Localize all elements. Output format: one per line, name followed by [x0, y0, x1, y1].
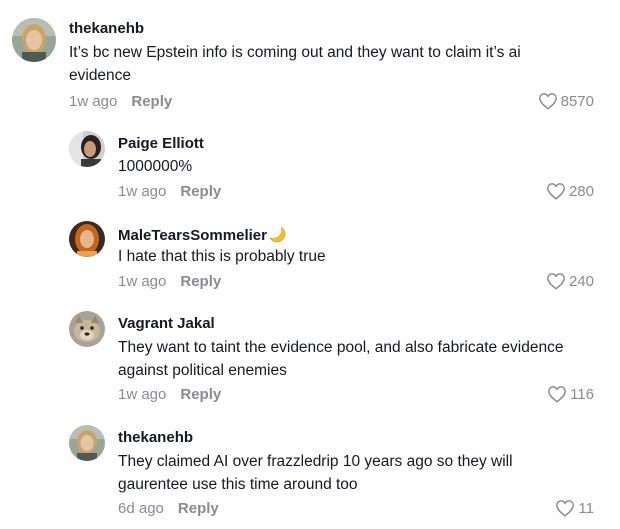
woman-dark-hair-avatar-icon	[69, 131, 105, 167]
heart-icon	[556, 500, 575, 517]
comment-text: 1000000%	[118, 158, 193, 175]
reply-button[interactable]: Reply	[178, 500, 219, 517]
comment-time: 1w ago	[118, 273, 167, 290]
heart-icon	[547, 273, 565, 290]
like-count: 280	[568, 182, 594, 200]
comment-meta: 1w ago Reply	[69, 93, 172, 110]
like-button[interactable]: 116	[547, 385, 594, 403]
heart-icon	[548, 386, 566, 403]
avatar[interactable]	[69, 221, 105, 257]
comment-author[interactable]: Paige Elliott	[118, 135, 204, 152]
comment-text: They want to taint the evidence pool, an…	[118, 339, 564, 379]
comment-time: 6d ago	[118, 500, 164, 517]
comment-text: It’s bc new Epstein info is coming out a…	[69, 44, 521, 84]
comment-meta: 1w ago Reply	[118, 273, 221, 290]
comment-meta: 6d ago Reply	[118, 500, 219, 517]
reply-button[interactable]: Reply	[180, 273, 221, 290]
like-button[interactable]: 280	[546, 182, 594, 200]
comment-author[interactable]: MaleTearsSommelier	[118, 225, 286, 247]
like-count: 11	[578, 499, 594, 517]
reply-button[interactable]: Reply	[180, 386, 221, 403]
dog-avatar-icon	[69, 311, 105, 347]
avatar[interactable]	[69, 131, 105, 167]
crescent-moon-icon	[268, 225, 286, 247]
woman-blonde-avatar-icon	[69, 425, 105, 461]
comment-time: 1w ago	[118, 386, 167, 403]
heart-icon	[547, 183, 565, 200]
avatar[interactable]	[12, 18, 56, 62]
woman-blonde-avatar-icon	[12, 18, 56, 62]
like-button[interactable]: 8570	[538, 92, 594, 110]
like-button[interactable]: 240	[546, 272, 594, 290]
like-count: 8570	[560, 92, 594, 110]
comment-author[interactable]: Vagrant Jakal	[118, 315, 215, 332]
comment-meta: 1w ago Reply	[118, 183, 221, 200]
comment-meta: 1w ago Reply	[118, 386, 221, 403]
woman-red-hair-avatar-icon	[69, 221, 105, 257]
comment-text: I hate that this is probably true	[118, 248, 326, 265]
comment-time: 1w ago	[118, 183, 167, 200]
like-count: 116	[570, 385, 594, 403]
reply-button[interactable]: Reply	[131, 93, 172, 110]
avatar[interactable]	[69, 425, 105, 461]
comment-author[interactable]: thekanehb	[118, 429, 193, 446]
avatar[interactable]	[69, 311, 105, 347]
like-count: 240	[568, 272, 594, 290]
like-button[interactable]: 11	[555, 499, 594, 517]
author-name: MaleTearsSommelier	[118, 227, 267, 244]
reply-button[interactable]: Reply	[180, 183, 221, 200]
comment-text: They claimed AI over frazzledrip 10 year…	[118, 453, 513, 493]
heart-icon	[538, 93, 557, 110]
comment-time: 1w ago	[69, 93, 118, 110]
comment-author[interactable]: thekanehb	[69, 20, 144, 37]
